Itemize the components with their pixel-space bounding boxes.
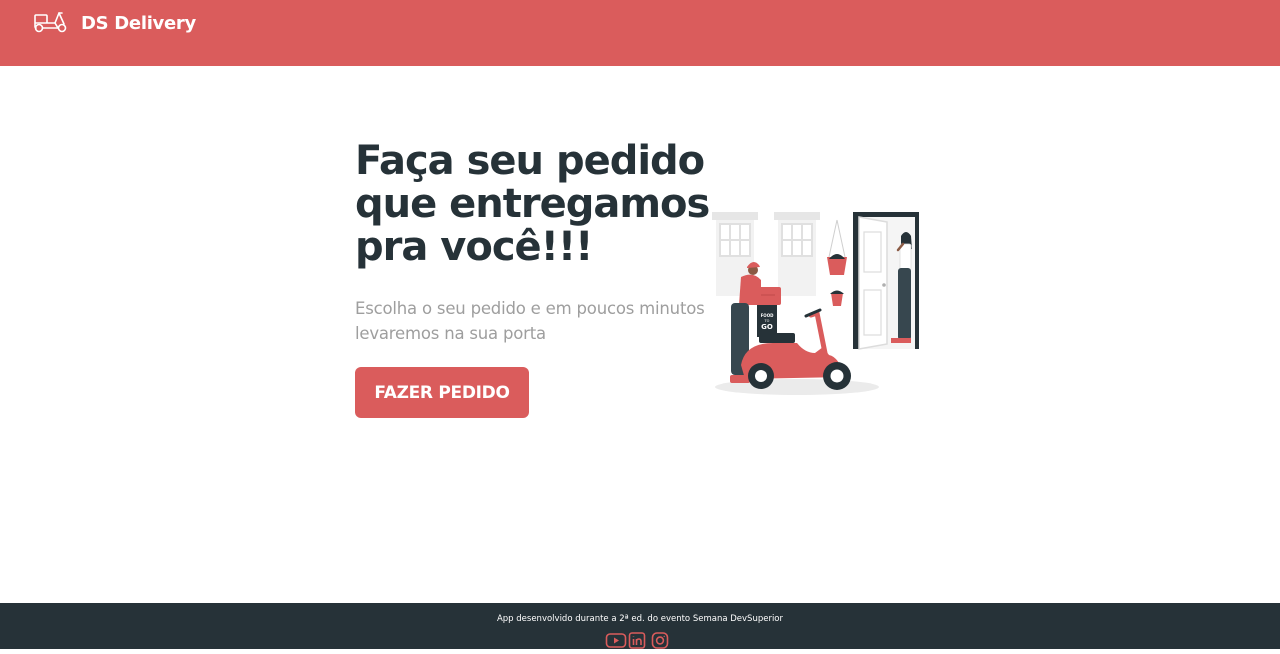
- hero-title: Faça seu pedido que entregamos pra você!…: [355, 140, 735, 269]
- hero-title-line: Faça seu pedido: [355, 138, 705, 184]
- brand-link[interactable]: DS Delivery: [33, 8, 196, 39]
- order-button[interactable]: FAZER PEDIDO: [355, 367, 529, 418]
- hero-subtitle-line: Escolha o seu pedido e em poucos minutos: [355, 299, 705, 318]
- hero-title-line: pra você!!!: [355, 224, 593, 270]
- food-box-text-top: FOOD: [761, 313, 775, 318]
- linkedin-icon[interactable]: [628, 632, 646, 649]
- navbar: DS Delivery: [0, 0, 1280, 66]
- brand-name: DS Delivery: [81, 13, 196, 34]
- footer-text: App desenvolvido durante a 2ª ed. do eve…: [496, 614, 784, 624]
- delivery-illustration: FOOD TO GO: [705, 205, 925, 400]
- food-box-text-bottom: GO: [761, 323, 773, 331]
- youtube-icon[interactable]: [605, 632, 627, 649]
- hero-title-line: que entregamos: [355, 181, 710, 227]
- scooter-icon: [33, 8, 69, 39]
- instagram-icon[interactable]: [651, 632, 669, 649]
- hero-subtitle: Escolha o seu pedido e em poucos minutos…: [355, 296, 715, 346]
- social-links: [605, 632, 669, 649]
- hero-subtitle-line: levaremos na sua porta: [355, 324, 546, 343]
